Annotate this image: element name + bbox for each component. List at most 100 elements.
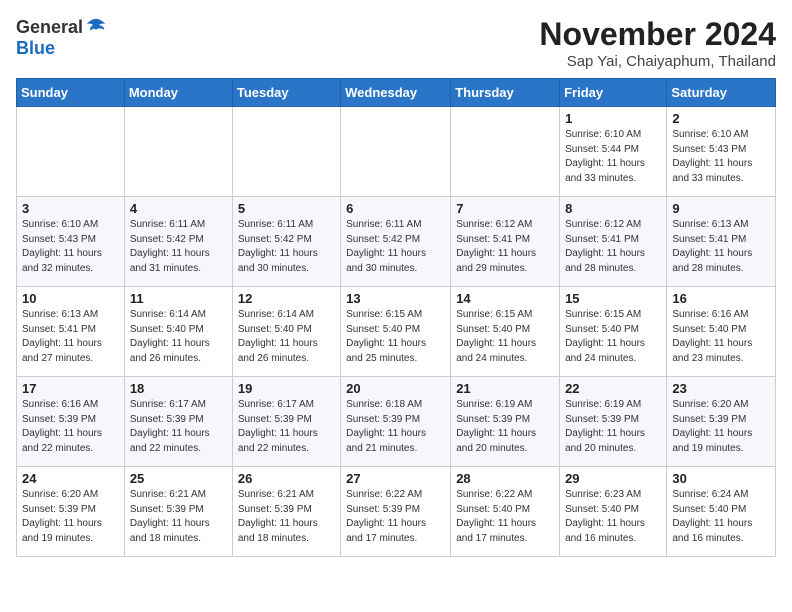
day-info: Sunrise: 6:14 AM Sunset: 5:40 PM Dayligh… bbox=[130, 308, 227, 366]
day-number: 2 bbox=[672, 111, 770, 126]
calendar-cell: 13Sunrise: 6:15 AM Sunset: 5:40 PM Dayli… bbox=[341, 287, 451, 377]
calendar-cell: 2 Sunrise: 6:10 AM Sunset: 5:43 PM Daylig… bbox=[667, 107, 776, 197]
weekday-header: Monday bbox=[124, 79, 232, 107]
day-number: 4 bbox=[130, 201, 227, 216]
day-number: 6 bbox=[346, 201, 445, 216]
day-number: 11 bbox=[130, 291, 227, 306]
day-number: 15 bbox=[565, 291, 661, 306]
calendar-week-row: 10 Sunrise: 6:13 AM Sunset: 5:41 PM Dayli… bbox=[17, 287, 776, 377]
calendar-cell: 27 Sunrise: 6:22 AM Sunset: 5:39 PM Dayli… bbox=[341, 467, 451, 557]
calendar-header-row: SundayMondayTuesdayWednesdayThursdayFrid… bbox=[17, 79, 776, 107]
day-info: Sunrise: 6:20 AM Sunset: 5:39 PM Dayligh… bbox=[22, 488, 119, 546]
calendar-cell: 23 Sunrise: 6:20 AM Sunset: 5:39 PM Dayli… bbox=[667, 377, 776, 467]
calendar-cell: 28 Sunrise: 6:22 AM Sunset: 5:40 PM Dayli… bbox=[451, 467, 560, 557]
day-number: 24 bbox=[22, 471, 119, 486]
calendar-cell: 18Sunrise: 6:17 AM Sunset: 5:39 PM Dayli… bbox=[124, 377, 232, 467]
day-info: Sunrise: 6:24 AM Sunset: 5:40 PM Dayligh… bbox=[672, 488, 770, 546]
calendar-cell: 26 Sunrise: 6:21 AM Sunset: 5:39 PM Dayli… bbox=[232, 467, 340, 557]
calendar-cell: 14Sunrise: 6:15 AM Sunset: 5:40 PM Dayli… bbox=[451, 287, 560, 377]
logo-blue: Blue bbox=[16, 38, 55, 59]
calendar-cell: 8Sunrise: 6:12 AM Sunset: 5:41 PM Daylig… bbox=[560, 197, 667, 287]
day-number: 13 bbox=[346, 291, 445, 306]
day-info: Sunrise: 6:18 AM Sunset: 5:39 PM Dayligh… bbox=[346, 398, 445, 456]
day-info: Sunrise: 6:10 AM Sunset: 5:44 PM Dayligh… bbox=[565, 128, 661, 186]
weekday-header: Wednesday bbox=[341, 79, 451, 107]
day-number: 14 bbox=[456, 291, 554, 306]
day-info: Sunrise: 6:13 AM Sunset: 5:41 PM Dayligh… bbox=[22, 308, 119, 366]
calendar-cell: 5Sunrise: 6:11 AM Sunset: 5:42 PM Daylig… bbox=[232, 197, 340, 287]
calendar-cell: 6 Sunrise: 6:11 AM Sunset: 5:42 PM Daylig… bbox=[341, 197, 451, 287]
day-number: 28 bbox=[456, 471, 554, 486]
day-number: 29 bbox=[565, 471, 661, 486]
day-number: 1 bbox=[565, 111, 661, 126]
calendar-cell: 25 Sunrise: 6:21 AM Sunset: 5:39 PM Dayli… bbox=[124, 467, 232, 557]
day-number: 21 bbox=[456, 381, 554, 396]
day-info: Sunrise: 6:15 AM Sunset: 5:40 PM Dayligh… bbox=[565, 308, 661, 366]
day-info: Sunrise: 6:11 AM Sunset: 5:42 PM Dayligh… bbox=[130, 218, 227, 276]
day-number: 26 bbox=[238, 471, 335, 486]
day-number: 22 bbox=[565, 381, 661, 396]
weekday-header: Tuesday bbox=[232, 79, 340, 107]
weekday-header: Saturday bbox=[667, 79, 776, 107]
title-block: November 2024 Sap Yai, Chaiyaphum, Thail… bbox=[539, 16, 776, 70]
day-info: Sunrise: 6:11 AM Sunset: 5:42 PM Dayligh… bbox=[346, 218, 445, 276]
day-number: 3 bbox=[22, 201, 119, 216]
calendar-cell: 17 Sunrise: 6:16 AM Sunset: 5:39 PM Dayli… bbox=[17, 377, 125, 467]
calendar-cell: 16 Sunrise: 6:16 AM Sunset: 5:40 PM Dayli… bbox=[667, 287, 776, 377]
day-info: Sunrise: 6:12 AM Sunset: 5:41 PM Dayligh… bbox=[456, 218, 554, 276]
day-info: Sunrise: 6:17 AM Sunset: 5:39 PM Dayligh… bbox=[130, 398, 227, 456]
day-info: Sunrise: 6:19 AM Sunset: 5:39 PM Dayligh… bbox=[456, 398, 554, 456]
calendar-cell: 9Sunrise: 6:13 AM Sunset: 5:41 PM Daylig… bbox=[667, 197, 776, 287]
logo: General Blue bbox=[16, 16, 107, 59]
day-number: 20 bbox=[346, 381, 445, 396]
day-number: 8 bbox=[565, 201, 661, 216]
calendar-cell: 22Sunrise: 6:19 AM Sunset: 5:39 PM Dayli… bbox=[560, 377, 667, 467]
calendar-week-row: 24 Sunrise: 6:20 AM Sunset: 5:39 PM Dayli… bbox=[17, 467, 776, 557]
calendar-week-row: 17 Sunrise: 6:16 AM Sunset: 5:39 PM Dayli… bbox=[17, 377, 776, 467]
day-number: 19 bbox=[238, 381, 335, 396]
day-number: 27 bbox=[346, 471, 445, 486]
page-header: General Blue November 2024 Sap Yai, Chai… bbox=[16, 16, 776, 70]
calendar-cell bbox=[124, 107, 232, 197]
calendar-cell: 3 Sunrise: 6:10 AM Sunset: 5:43 PM Daylig… bbox=[17, 197, 125, 287]
calendar-cell: 4 Sunrise: 6:11 AM Sunset: 5:42 PM Daylig… bbox=[124, 197, 232, 287]
calendar-cell bbox=[341, 107, 451, 197]
day-info: Sunrise: 6:21 AM Sunset: 5:39 PM Dayligh… bbox=[238, 488, 335, 546]
day-info: Sunrise: 6:16 AM Sunset: 5:39 PM Dayligh… bbox=[22, 398, 119, 456]
day-info: Sunrise: 6:10 AM Sunset: 5:43 PM Dayligh… bbox=[22, 218, 119, 276]
day-number: 23 bbox=[672, 381, 770, 396]
day-number: 25 bbox=[130, 471, 227, 486]
calendar-week-row: 1 Sunrise: 6:10 AM Sunset: 5:44 PM Daylig… bbox=[17, 107, 776, 197]
calendar-cell: 15 Sunrise: 6:15 AM Sunset: 5:40 PM Dayli… bbox=[560, 287, 667, 377]
day-number: 10 bbox=[22, 291, 119, 306]
calendar-table: SundayMondayTuesdayWednesdayThursdayFrid… bbox=[16, 78, 776, 557]
calendar-subtitle: Sap Yai, Chaiyaphum, Thailand bbox=[539, 53, 776, 70]
calendar-cell: 29 Sunrise: 6:23 AM Sunset: 5:40 PM Dayli… bbox=[560, 467, 667, 557]
calendar-cell bbox=[17, 107, 125, 197]
calendar-cell: 7 Sunrise: 6:12 AM Sunset: 5:41 PM Daylig… bbox=[451, 197, 560, 287]
day-number: 30 bbox=[672, 471, 770, 486]
calendar-cell: 19Sunrise: 6:17 AM Sunset: 5:39 PM Dayli… bbox=[232, 377, 340, 467]
day-number: 7 bbox=[456, 201, 554, 216]
day-info: Sunrise: 6:21 AM Sunset: 5:39 PM Dayligh… bbox=[130, 488, 227, 546]
day-info: Sunrise: 6:20 AM Sunset: 5:39 PM Dayligh… bbox=[672, 398, 770, 456]
day-info: Sunrise: 6:22 AM Sunset: 5:39 PM Dayligh… bbox=[346, 488, 445, 546]
calendar-cell bbox=[232, 107, 340, 197]
calendar-week-row: 3 Sunrise: 6:10 AM Sunset: 5:43 PM Daylig… bbox=[17, 197, 776, 287]
day-info: Sunrise: 6:14 AM Sunset: 5:40 PM Dayligh… bbox=[238, 308, 335, 366]
day-number: 16 bbox=[672, 291, 770, 306]
weekday-header: Thursday bbox=[451, 79, 560, 107]
calendar-cell: 21 Sunrise: 6:19 AM Sunset: 5:39 PM Dayli… bbox=[451, 377, 560, 467]
day-info: Sunrise: 6:16 AM Sunset: 5:40 PM Dayligh… bbox=[672, 308, 770, 366]
day-number: 17 bbox=[22, 381, 119, 396]
day-info: Sunrise: 6:23 AM Sunset: 5:40 PM Dayligh… bbox=[565, 488, 661, 546]
day-number: 9 bbox=[672, 201, 770, 216]
day-info: Sunrise: 6:11 AM Sunset: 5:42 PM Dayligh… bbox=[238, 218, 335, 276]
calendar-cell: 30 Sunrise: 6:24 AM Sunset: 5:40 PM Dayli… bbox=[667, 467, 776, 557]
day-info: Sunrise: 6:22 AM Sunset: 5:40 PM Dayligh… bbox=[456, 488, 554, 546]
calendar-title: November 2024 bbox=[539, 16, 776, 53]
calendar-cell: 11 Sunrise: 6:14 AM Sunset: 5:40 PM Dayli… bbox=[124, 287, 232, 377]
logo-bird-icon bbox=[85, 16, 107, 38]
weekday-header: Sunday bbox=[17, 79, 125, 107]
day-info: Sunrise: 6:10 AM Sunset: 5:43 PM Dayligh… bbox=[672, 128, 770, 186]
